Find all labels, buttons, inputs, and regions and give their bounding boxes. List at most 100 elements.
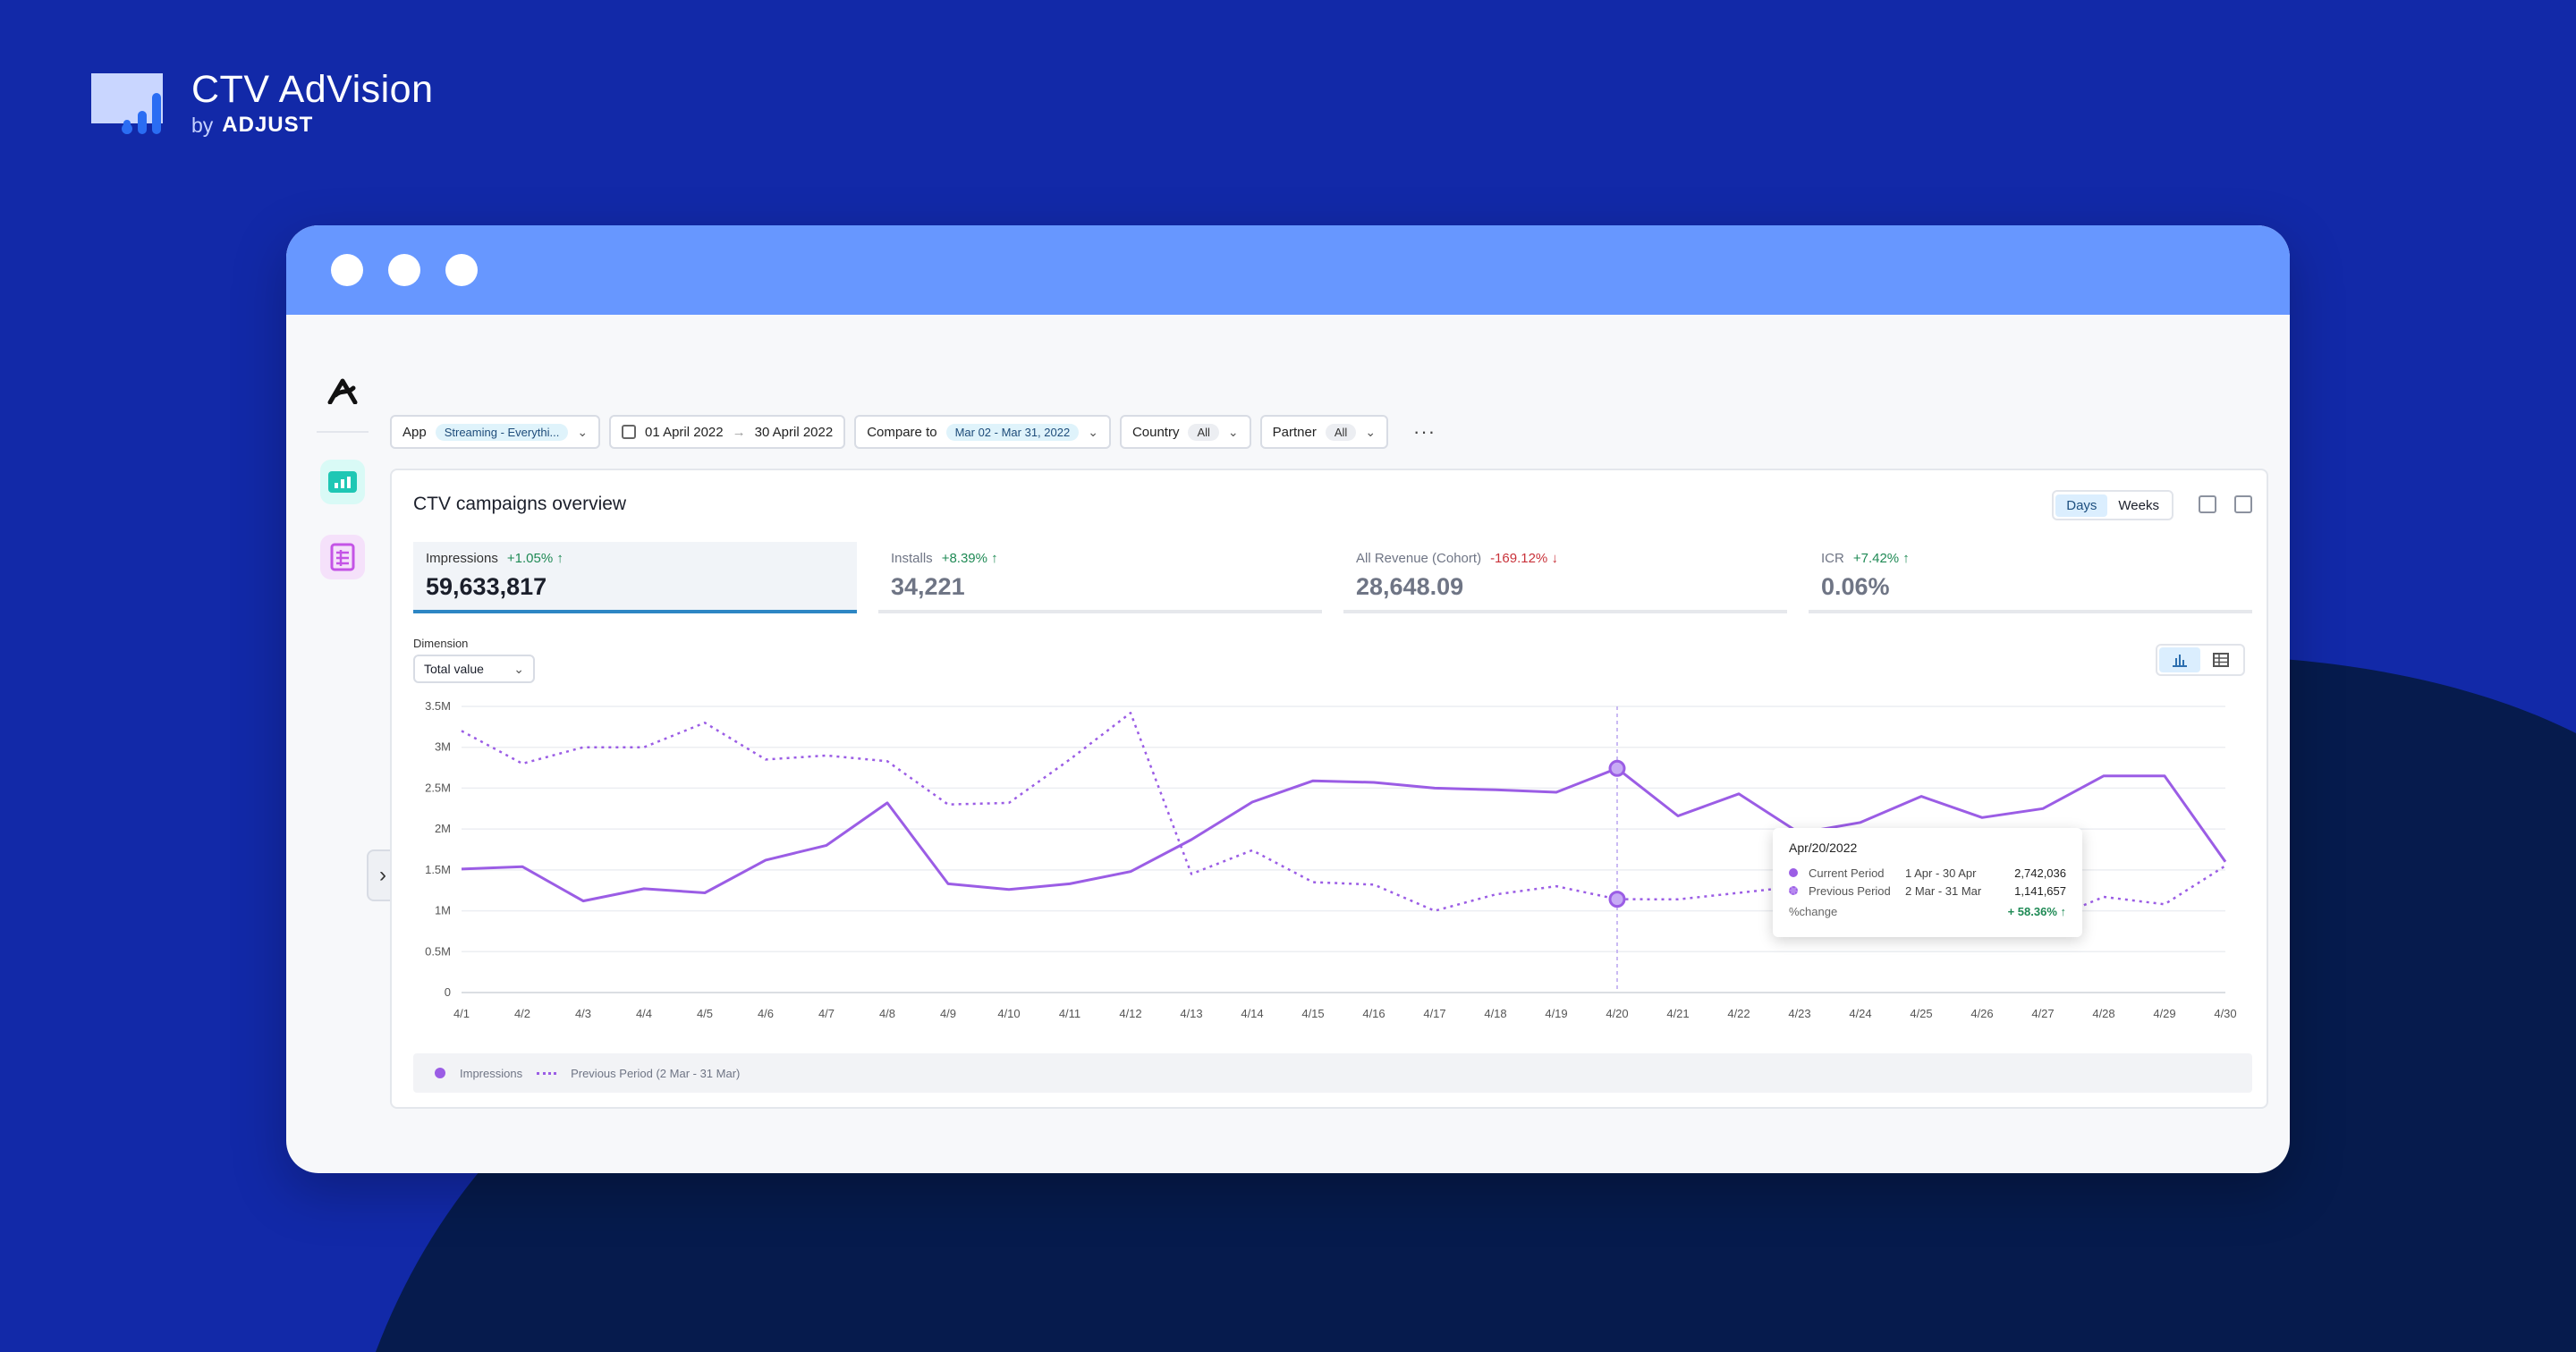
- legend-current-marker: [435, 1068, 445, 1078]
- chevron-down-icon: ⌄: [1365, 424, 1377, 439]
- bar-chart-icon: [2173, 655, 2187, 667]
- x-tick-label: 4/28: [2092, 1007, 2114, 1020]
- x-tick-label: 4/7: [818, 1007, 835, 1020]
- x-tick-label: 4/2: [514, 1007, 530, 1020]
- country-filter-label: Country: [1131, 424, 1180, 440]
- card-title: CTV campaigns overview: [413, 494, 627, 514]
- partner-filter-value: All: [1325, 423, 1357, 441]
- x-tick-label: 4/6: [758, 1007, 774, 1020]
- date-range-filter[interactable]: 01 April 2022 → 30 April 2022: [609, 415, 846, 449]
- filter-bar: App Streaming - Everythi... ⌄ 01 April 2…: [390, 415, 1436, 449]
- tooltip-previous-range: 2 Mar - 31 Mar: [1905, 883, 1982, 898]
- x-tick-label: 4/24: [1849, 1007, 1871, 1020]
- chart-view-button[interactable]: [2159, 647, 2200, 672]
- x-tick-label: 4/12: [1119, 1007, 1141, 1020]
- app-filter-value: Streaming - Everythi...: [435, 423, 569, 441]
- compare-filter-value: Mar 02 - Mar 31, 2022: [945, 423, 1080, 441]
- x-tick-label: 4/11: [1059, 1007, 1080, 1020]
- x-tick-label: 4/18: [1484, 1007, 1506, 1020]
- export-icon[interactable]: [2234, 495, 2252, 513]
- current-period-dot: [1789, 868, 1798, 877]
- chevron-down-icon: ⌄: [513, 661, 524, 676]
- app-filter[interactable]: App Streaming - Everythi... ⌄: [390, 415, 601, 449]
- browser-window: › App Streaming - Everythi... ⌄ 01 April…: [286, 225, 2290, 1173]
- metric-installs[interactable]: Installs +8.39% ↑ 34,221: [878, 542, 1322, 613]
- tooltip-date: Apr/20/2022: [1789, 841, 1858, 855]
- rail-reports-button[interactable]: [320, 535, 365, 579]
- previous-period-dot: [1789, 886, 1798, 895]
- chevron-down-icon: ⌄: [1227, 424, 1239, 439]
- tooltip-change-label: %change: [1789, 905, 1838, 918]
- edit-icon[interactable]: [2199, 495, 2216, 513]
- metric-revenue[interactable]: All Revenue (Cohort) -169.12% ↓ 28,648.09: [1343, 542, 1787, 613]
- brand-company: ADJUST: [222, 113, 314, 137]
- chevron-down-icon: ⌄: [577, 424, 589, 439]
- tooltip-current-name: Current Period: [1809, 866, 1885, 880]
- adjust-a-icon[interactable]: [313, 368, 372, 413]
- metric-delta: -169.12% ↓: [1490, 551, 1558, 566]
- partner-filter-label: Partner: [1272, 424, 1317, 440]
- window-titlebar: [286, 225, 2290, 315]
- tooltip-previous-name: Previous Period: [1809, 883, 1891, 898]
- x-tick-label: 4/3: [575, 1007, 591, 1020]
- metric-label: ICR: [1821, 551, 1844, 566]
- more-options-icon[interactable]: ···: [1413, 420, 1436, 444]
- y-tick-label: 3.5M: [425, 699, 451, 713]
- chart-legend: Impressions Previous Period (2 Mar - 31 …: [413, 1053, 2252, 1093]
- arrow-right-icon: →: [732, 424, 746, 440]
- bar-chart-icon: [328, 471, 357, 493]
- x-tick-label: 4/26: [1970, 1007, 1993, 1020]
- legend-current-label[interactable]: Impressions: [460, 1067, 522, 1080]
- metric-value: 28,648.09: [1356, 573, 1464, 600]
- table-view-button[interactable]: [2200, 647, 2241, 672]
- x-tick-label: 4/21: [1666, 1007, 1689, 1020]
- metric-impressions[interactable]: Impressions +1.05% ↑ 59,633,817: [413, 542, 857, 613]
- days-toggle-button[interactable]: Days: [2055, 494, 2108, 517]
- y-tick-label: 0: [445, 985, 451, 999]
- date-to: 30 April 2022: [754, 424, 834, 440]
- brand-header: CTV AdVision by ADJUST: [89, 68, 434, 138]
- app-filter-label: App: [402, 424, 427, 440]
- x-tick-label: 4/20: [1606, 1007, 1628, 1020]
- country-filter[interactable]: Country All ⌄: [1119, 415, 1251, 449]
- x-tick-label: 4/23: [1788, 1007, 1810, 1020]
- metric-delta: +1.05% ↑: [506, 551, 564, 566]
- metric-delta: +7.42% ↑: [1852, 551, 1910, 566]
- previous-hover-point: [1608, 891, 1626, 908]
- partner-filter[interactable]: Partner All ⌄: [1259, 415, 1389, 449]
- compare-filter[interactable]: Compare to Mar 02 - Mar 31, 2022 ⌄: [854, 415, 1111, 449]
- x-tick-label: 4/14: [1241, 1007, 1263, 1020]
- calendar-icon: [622, 425, 637, 439]
- brand-by-text: by: [191, 113, 214, 137]
- x-tick-label: 4/29: [2153, 1007, 2175, 1020]
- y-tick-label: 2.5M: [425, 781, 451, 794]
- y-tick-label: 0.5M: [425, 944, 451, 958]
- weeks-toggle-button[interactable]: Weeks: [2107, 494, 2170, 517]
- metric-label: Impressions: [426, 551, 498, 566]
- campaigns-overview-card: CTV campaigns overview Days Weeks Impres…: [390, 469, 2268, 1109]
- window-dot-2[interactable]: [388, 254, 420, 286]
- x-tick-label: 4/13: [1180, 1007, 1202, 1020]
- chevron-down-icon: ⌄: [1088, 424, 1098, 439]
- metrics-row: Impressions +1.05% ↑ 59,633,817 Installs +…: [413, 542, 2252, 613]
- metric-icr[interactable]: ICR +7.42% ↑ 0.06%: [1809, 542, 2252, 613]
- chart-view-toggle: [2156, 644, 2245, 676]
- rail-dashboard-button[interactable]: [320, 460, 365, 504]
- ctv-advision-logo-icon: [89, 68, 170, 136]
- chart-tooltip: Apr/20/2022 Current Period 1 Apr - 30 Ap…: [1773, 828, 2082, 937]
- x-tick-label: 4/22: [1727, 1007, 1750, 1020]
- dimension-select[interactable]: Total value ⌄: [413, 655, 535, 683]
- window-dot-1[interactable]: [331, 254, 363, 286]
- legend-previous-label[interactable]: Previous Period (2 Mar - 31 Mar): [571, 1067, 740, 1080]
- window-dot-3[interactable]: [445, 254, 478, 286]
- metric-label: Installs: [891, 551, 933, 566]
- metric-value: 0.06%: [1821, 573, 1890, 600]
- brand-title: CTV AdVision: [191, 68, 434, 111]
- y-tick-label: 2M: [435, 822, 451, 835]
- tooltip-change-value: + 58.36% ↑: [2007, 905, 2066, 918]
- legend-previous-marker: [537, 1071, 557, 1075]
- spreadsheet-icon: [330, 543, 355, 571]
- dimension-value: Total value: [424, 662, 484, 676]
- x-tick-label: 4/1: [453, 1007, 470, 1020]
- chevron-right-icon: ›: [379, 863, 386, 887]
